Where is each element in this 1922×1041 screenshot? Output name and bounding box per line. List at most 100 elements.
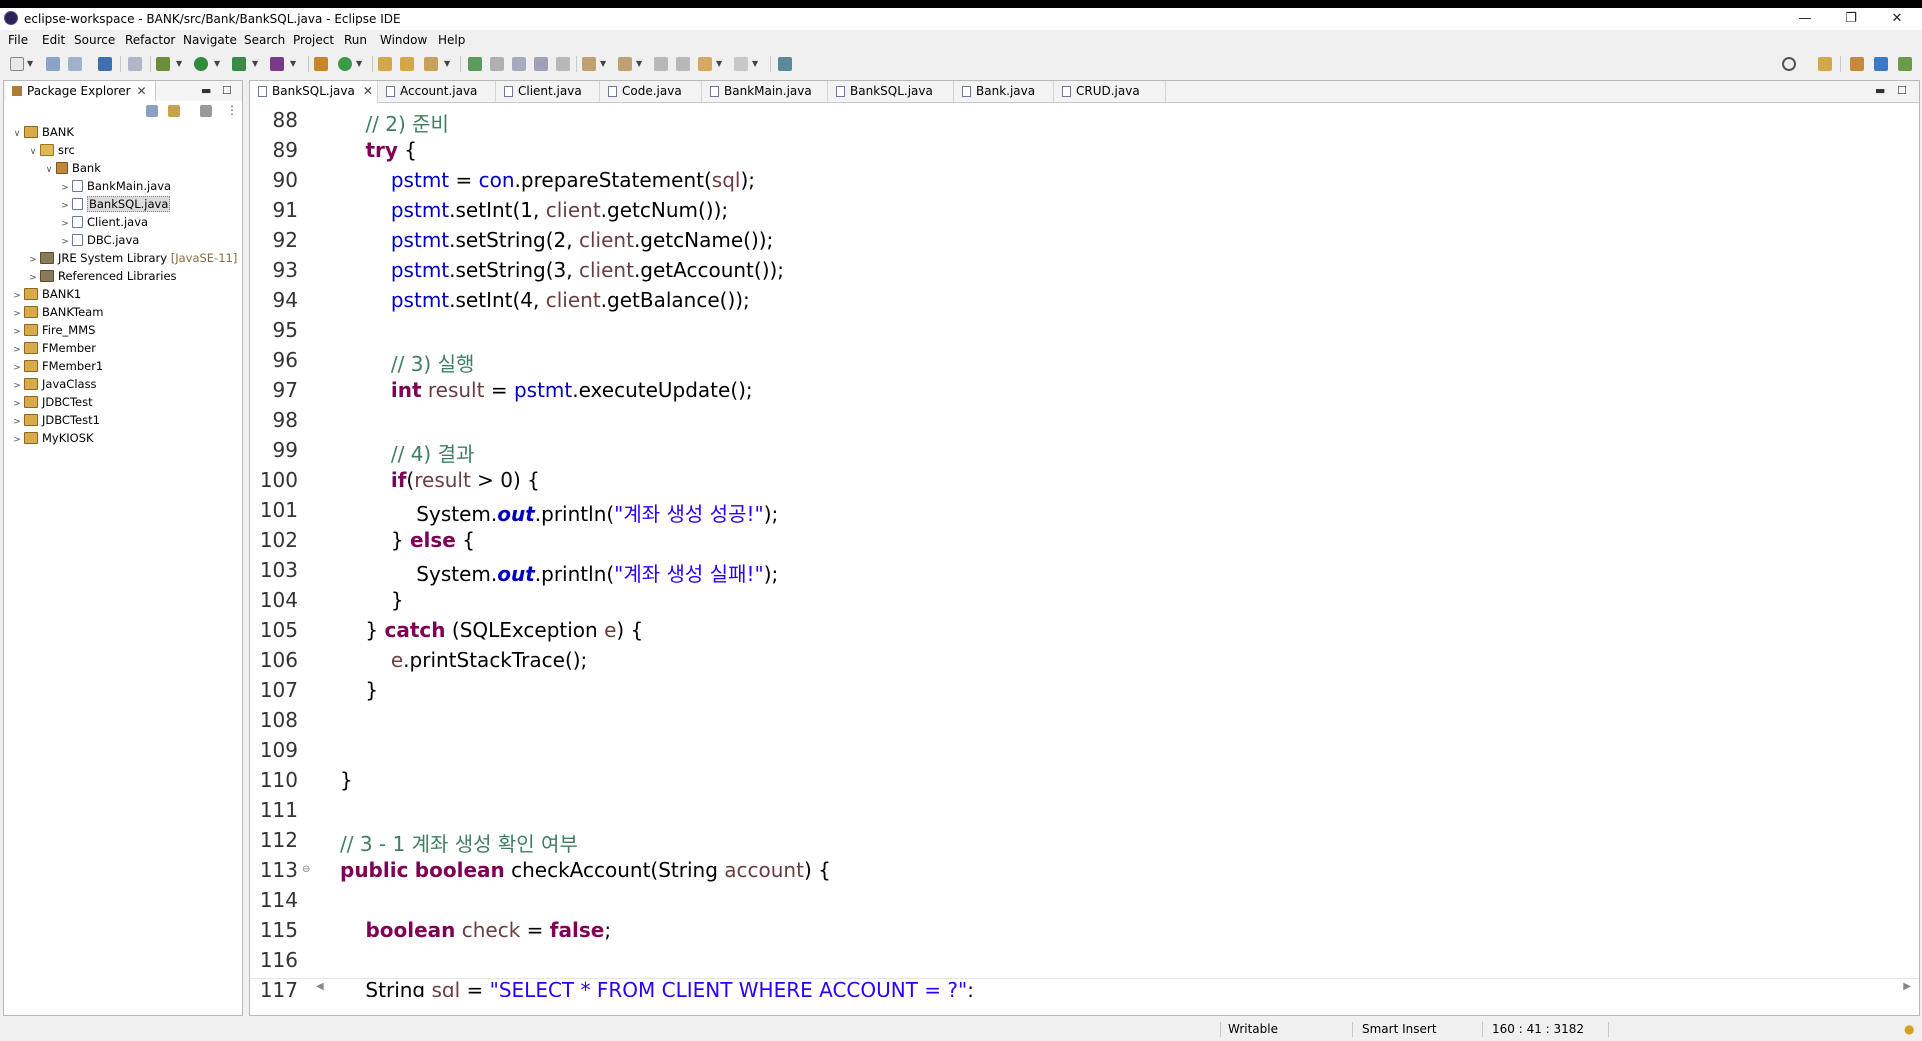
tab-bank-java[interactable]: Bank.java: [954, 81, 1054, 102]
menu-run[interactable]: Run: [344, 33, 367, 47]
previous-annotation-icon[interactable]: [618, 57, 632, 71]
chevron-down-icon[interactable]: ∨: [12, 125, 22, 143]
tab-bankmain-java[interactable]: BankMain.java: [702, 81, 828, 102]
chevron-down-icon[interactable]: ∨: [44, 161, 54, 179]
menu-navigate[interactable]: Navigate: [183, 33, 237, 47]
forward-edit-icon[interactable]: [676, 57, 690, 71]
new-dropdown-icon[interactable]: ▼: [27, 59, 33, 68]
close-icon[interactable]: ✕: [137, 84, 147, 98]
menu-refactor[interactable]: Refactor: [125, 33, 175, 47]
menu-search[interactable]: Search: [244, 33, 285, 47]
package-explorer-tab[interactable]: Package Explorer ✕: [6, 81, 156, 101]
filter-icon[interactable]: [200, 105, 212, 117]
tree-item-client-java[interactable]: > Client.java: [60, 213, 148, 231]
tree-item-mykiosk[interactable]: > MyKIOSK: [12, 429, 93, 449]
skip-breakpoints-icon[interactable]: [128, 57, 142, 71]
scroll-right-icon[interactable]: ▶: [1903, 981, 1911, 992]
new-java-package-icon[interactable]: [314, 57, 328, 71]
toggle-annotation-icon[interactable]: [468, 57, 482, 71]
code-editor[interactable]: ◀ ▶ 88 // 2) 준비 89 try {90 pstmt = con.pr…: [250, 104, 1919, 997]
tree-item-fire-mms[interactable]: > Fire_MMS: [12, 321, 95, 339]
search-tool-icon[interactable]: [424, 57, 438, 71]
tab-crud-java[interactable]: CRUD.java: [1054, 81, 1166, 102]
back-icon[interactable]: [698, 57, 712, 71]
terminal-icon[interactable]: [98, 57, 112, 71]
debug-icon[interactable]: [156, 57, 170, 71]
debug-dropdown-icon[interactable]: ▼: [176, 59, 182, 68]
tree-item-jdbctest1[interactable]: > JDBCTest1: [12, 411, 100, 429]
next-annotation-dropdown-icon[interactable]: ▼: [600, 59, 606, 68]
menu-edit[interactable]: Edit: [42, 33, 65, 47]
lightbulb-icon[interactable]: ●: [1904, 1022, 1914, 1036]
menu-window[interactable]: Window: [380, 33, 427, 47]
open-perspective-icon[interactable]: [1818, 57, 1832, 71]
run-dropdown-icon[interactable]: ▼: [214, 59, 220, 68]
tree-item-src[interactable]: ∨ src: [28, 141, 75, 159]
minimize-view-icon[interactable]: ▬: [201, 81, 211, 101]
menu-source[interactable]: Source: [74, 33, 115, 47]
toggle-word-wrap-icon[interactable]: [490, 57, 504, 71]
fold-toggle-icon[interactable]: ⊖: [302, 864, 310, 875]
link-with-editor-icon[interactable]: [168, 105, 180, 117]
menu-help[interactable]: Help: [438, 33, 465, 47]
tab-account-java[interactable]: Account.java: [378, 81, 496, 102]
tab-code-java[interactable]: Code.java: [600, 81, 702, 102]
tab-client-java[interactable]: Client.java: [496, 81, 600, 102]
menu-project[interactable]: Project: [293, 33, 334, 47]
minimize-button[interactable]: —: [1782, 8, 1828, 30]
tree-item-bankmain-java[interactable]: > BankMain.java: [60, 177, 171, 195]
new-class-dropdown-icon[interactable]: ▼: [356, 59, 362, 68]
chevron-right-icon[interactable]: >: [12, 431, 22, 449]
previous-annotation-dropdown-icon[interactable]: ▼: [636, 59, 642, 68]
close-window-button[interactable]: ✕: [1874, 8, 1920, 30]
last-edit-location-icon[interactable]: [654, 57, 668, 71]
java-ee-perspective-icon[interactable]: [1850, 57, 1864, 71]
maximize-view-icon[interactable]: ☐: [222, 81, 232, 101]
tree-item-jre-system-library[interactable]: > JRE System Library [JavaSE-11]: [28, 249, 237, 267]
maximize-editor-icon[interactable]: ☐: [1897, 81, 1907, 101]
minimize-editor-icon[interactable]: ▬: [1875, 81, 1885, 101]
java-perspective-icon[interactable]: [1874, 57, 1888, 71]
view-menu-icon[interactable]: ⋮: [226, 103, 238, 117]
scroll-left-icon[interactable]: ◀: [316, 981, 324, 992]
restore-button[interactable]: ❐: [1828, 8, 1874, 30]
new-java-class-icon[interactable]: [338, 57, 352, 71]
tree-item-bank-package[interactable]: ∨ Bank: [44, 159, 101, 177]
collapse-all-icon[interactable]: [146, 105, 158, 117]
back-dropdown-icon[interactable]: ▼: [716, 59, 722, 68]
tree-item-referenced-libraries[interactable]: > Referenced Libraries: [28, 267, 176, 285]
tree-item-bankteam[interactable]: > BANKTeam: [12, 303, 103, 321]
tree-item-bank[interactable]: ∨ BANK: [12, 123, 74, 141]
tree-item-dbc-java[interactable]: > DBC.java: [60, 231, 139, 249]
external-tools-dropdown-icon[interactable]: ▼: [290, 59, 296, 68]
pin-editor-icon[interactable]: [778, 57, 792, 71]
forward-dropdown-icon[interactable]: ▼: [752, 59, 758, 68]
tree-item-banksql-java[interactable]: > BankSQL.java: [60, 195, 171, 213]
run-icon[interactable]: [194, 57, 208, 71]
search-icon[interactable]: [1782, 57, 1796, 71]
tab-banksql-java[interactable]: BankSQL.java ✕: [250, 81, 378, 103]
toggle-mark-occurrences-icon[interactable]: [534, 57, 548, 71]
show-whitespace-icon[interactable]: [556, 57, 570, 71]
open-type-icon[interactable]: [378, 57, 392, 71]
tree-item-fmember[interactable]: > FMember: [12, 339, 96, 357]
debug-perspective-icon[interactable]: [1898, 57, 1912, 71]
close-icon[interactable]: ✕: [363, 84, 373, 98]
open-resource-icon[interactable]: [400, 57, 414, 71]
chevron-down-icon[interactable]: ∨: [28, 143, 38, 161]
save-icon[interactable]: [46, 57, 60, 71]
tree-item-fmember1[interactable]: > FMember1: [12, 357, 103, 375]
toggle-block-selection-icon[interactable]: [512, 57, 526, 71]
forward-icon[interactable]: [734, 57, 748, 71]
tab-banksql-java-2[interactable]: BankSQL.java: [828, 81, 954, 102]
search-dropdown-icon[interactable]: ▼: [444, 59, 450, 68]
save-all-icon[interactable]: [68, 57, 82, 71]
tree-item-jdbctest[interactable]: > JDBCTest: [12, 393, 92, 411]
tree-item-bank1[interactable]: > BANK1: [12, 285, 81, 303]
new-icon[interactable]: [10, 57, 24, 71]
next-annotation-icon[interactable]: [582, 57, 596, 71]
menu-file[interactable]: File: [8, 33, 28, 47]
coverage-dropdown-icon[interactable]: ▼: [252, 59, 258, 68]
coverage-icon[interactable]: [232, 57, 246, 71]
external-tools-icon[interactable]: [270, 57, 284, 71]
